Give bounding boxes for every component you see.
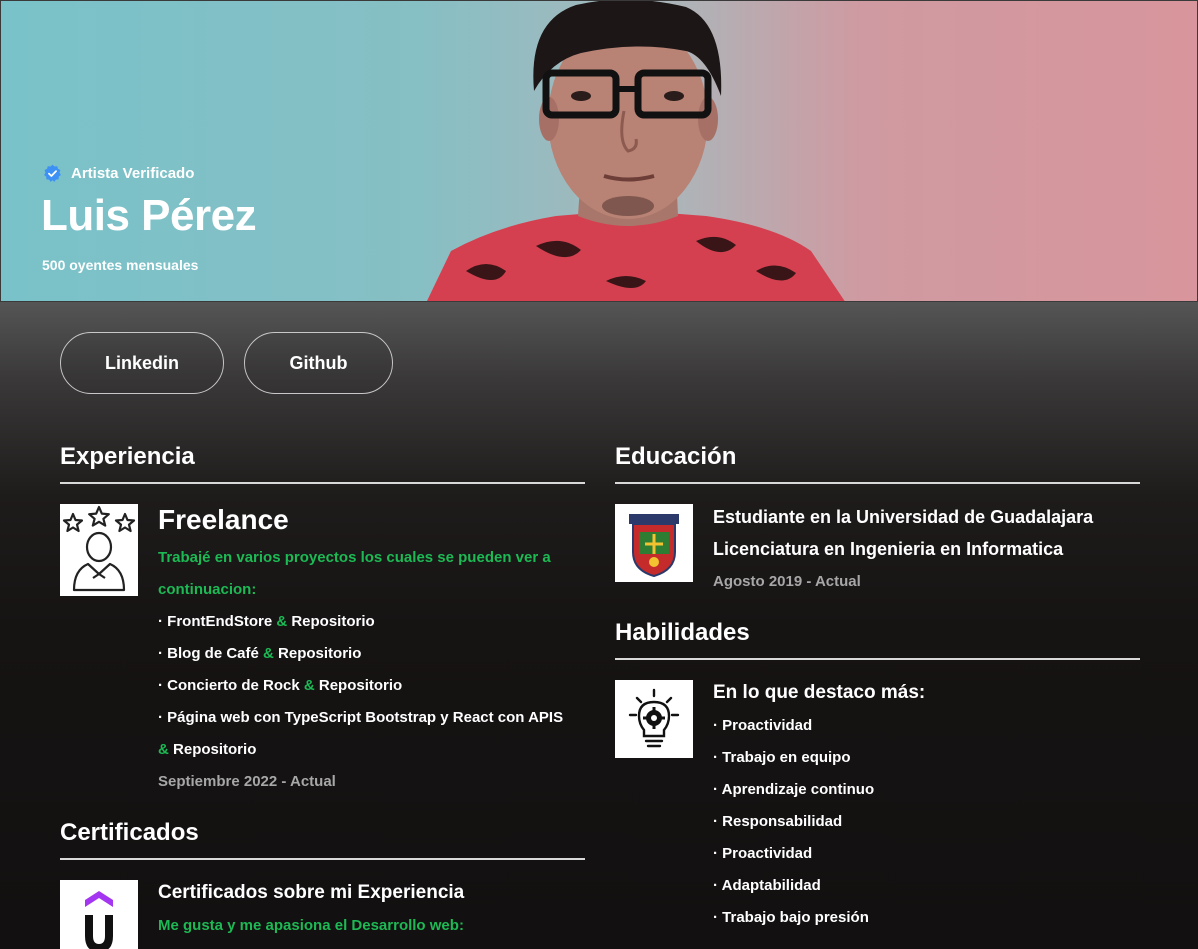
skill-item: · Adaptabilidad [713,877,821,894]
certificates-heading: Certificados sobre mi Experiencia [158,882,465,903]
linkedin-button[interactable]: Linkedin [60,332,224,394]
udemy-logo [60,880,138,949]
education-title: Educación [615,443,737,470]
profile-content: Linkedin Github Experiencia Freelance Tr… [0,302,1198,949]
project-separator: & [263,645,274,662]
certificates-subtitle: Me gusta y me apasiona el Desarrollo web… [158,917,464,934]
experience-divider [60,482,585,484]
experience-date: Septiembre 2022 - Actual [158,773,336,790]
verified-label: Artista Verificado [71,165,195,182]
university-crest-icon [615,504,693,582]
artist-header: Artista Verificado Luis Pérez 500 oyente… [0,0,1198,302]
github-button[interactable]: Github [244,332,393,394]
skills-heading: En lo que destaco más: [713,682,926,703]
skill-item: · Trabajo bajo presión [713,909,869,926]
education-degree: Licenciatura en Ingenieria en Informatic… [713,539,1064,559]
project-repo-link[interactable]: Repositorio [173,741,256,758]
education-date: Agosto 2019 - Actual [713,573,861,590]
project-repo-link[interactable]: Repositorio [278,645,361,662]
project-item: · Blog de Café & Repositorio [158,645,361,662]
lightbulb-gear-icon [615,680,693,758]
certificates-title: Certificados [60,819,199,846]
project-item: · Página web con TypeScript Bootstrap y … [158,709,563,726]
experience-role: Freelance [158,504,289,535]
skill-item: · Trabajo en equipo [713,749,851,766]
skills-divider [615,658,1140,660]
project-repo-link[interactable]: Repositorio [291,613,374,630]
certificates-divider [60,858,585,860]
project-separator: & [158,741,169,758]
experience-intro-cont: continuacion: [158,581,257,598]
artist-name: Luis Pérez [41,191,257,240]
project-name[interactable]: · Página web con TypeScript Bootstrap y … [158,709,563,726]
project-item: · Concierto de Rock & Repositorio [158,677,402,694]
project-name[interactable]: · Blog de Café [158,645,259,662]
user-stars-icon [60,504,138,596]
verified-badge: Artista Verificado [43,164,194,183]
monthly-listeners: 500 oyentes mensuales [42,257,199,273]
project-item-cont: & Repositorio [158,741,256,758]
project-repo-link[interactable]: Repositorio [319,677,402,694]
skill-item: · Aprendizaje continuo [713,781,875,798]
verified-check-icon [44,164,61,182]
education-institution: Estudiante en la Universidad de Guadalaj… [713,507,1094,527]
experience-title: Experiencia [60,443,195,470]
project-separator: & [276,613,288,630]
skill-item: · Proactividad [713,845,813,862]
project-separator: & [303,677,315,694]
project-name[interactable]: · Concierto de Rock [158,677,300,694]
profile-photo [426,1,845,301]
project-name[interactable]: · FrontEndStore [158,613,272,630]
experience-intro: Trabajé en varios proyectos los cuales s… [158,549,551,566]
project-item: · FrontEndStore & Repositorio [158,613,375,630]
skill-item: · Responsabilidad [713,813,843,830]
skill-item: · Proactividad [713,717,813,734]
education-divider [615,482,1140,484]
skills-title: Habilidades [615,619,750,646]
